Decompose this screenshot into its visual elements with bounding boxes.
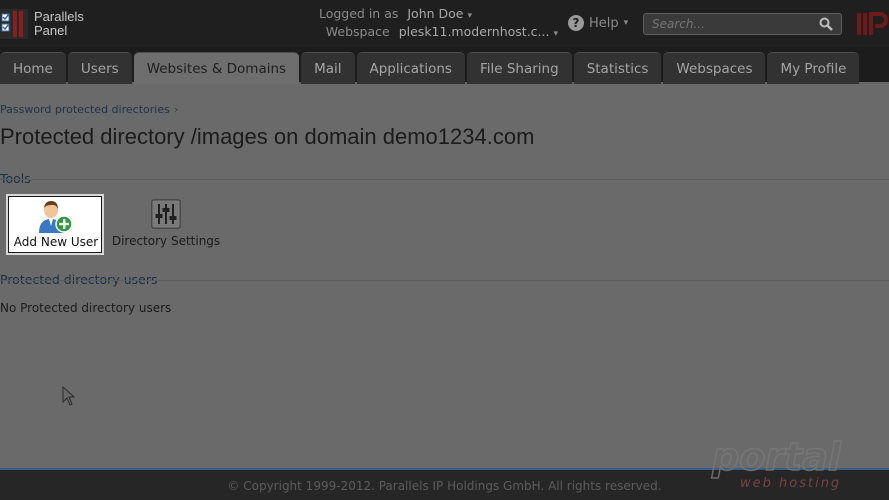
tab-home[interactable]: Home <box>0 52 66 84</box>
chevron-down-icon: ▾ <box>467 11 472 21</box>
chevron-down-icon: ▾ <box>623 18 629 28</box>
top-header: Parallels Panel Logged in as John Doe ▾ … <box>0 0 889 47</box>
tab-list: Home Users Websites & Domains Mail Appli… <box>0 52 861 84</box>
search-input[interactable] <box>650 16 810 32</box>
logged-in-row[interactable]: Logged in as John Doe ▾ <box>319 6 472 21</box>
page-title: Protected directory /images on domain de… <box>0 124 535 149</box>
help-label: Help <box>589 15 619 31</box>
help-icon: ? <box>568 15 584 31</box>
search-icon[interactable] <box>819 17 833 31</box>
directory-settings-label: Directory Settings <box>111 234 221 248</box>
brand-name-line2: Panel <box>34 23 68 38</box>
add-user-icon <box>39 201 73 233</box>
breadcrumb-separator: › <box>173 103 179 116</box>
parallels-panel-logo[interactable]: Parallels Panel <box>0 6 110 42</box>
tab-webspaces[interactable]: Webspaces <box>663 52 766 84</box>
svg-text:web hosting: web hosting <box>740 476 841 491</box>
user-name: John Doe <box>407 6 464 21</box>
brand-name-line1: Parallels <box>34 9 84 24</box>
parallels-logo-icon <box>857 12 888 35</box>
add-new-user-label: Add New User <box>13 235 99 249</box>
main-content: Password protected directories › Protecte… <box>0 84 889 468</box>
tab-file-sharing[interactable]: File Sharing <box>466 52 572 84</box>
breadcrumb: Password protected directories › <box>0 103 178 116</box>
cursor-icon <box>62 386 76 406</box>
section-divider <box>0 280 889 281</box>
parallels-logo-icon <box>0 9 28 39</box>
logged-in-label: Logged in as <box>318 6 399 21</box>
svg-text:portal: portal <box>711 435 842 479</box>
main-navigation: Home Users Websites & Domains Mail Appli… <box>0 47 889 84</box>
tab-websites-domains[interactable]: Websites & Domains <box>133 52 300 84</box>
portal-web-hosting-watermark: portal web hosting <box>710 434 842 491</box>
webspace-selector[interactable]: Webspace plesk11.modernhost.c... ▾ <box>326 24 558 39</box>
tab-applications[interactable]: Applications <box>356 52 465 84</box>
webspace-label: Webspace <box>325 24 390 39</box>
webspace-value: plesk11.modernhost.c... <box>398 24 550 39</box>
chevron-down-icon: ▾ <box>553 29 558 39</box>
empty-list-message: No Protected directory users <box>0 301 172 315</box>
tab-mail[interactable]: Mail <box>301 52 355 84</box>
tab-users[interactable]: Users <box>67 52 132 84</box>
breadcrumb-link[interactable]: Password protected directories <box>0 103 170 116</box>
help-button[interactable]: ? Help ▾ <box>568 15 628 31</box>
search-box <box>643 13 842 35</box>
add-new-user-button[interactable]: Add New User <box>6 194 104 255</box>
tab-my-profile[interactable]: My Profile <box>767 52 860 84</box>
directory-settings-button[interactable]: Directory Settings <box>110 196 222 253</box>
directory-settings-icon <box>151 199 181 229</box>
section-divider <box>0 179 889 180</box>
tab-statistics[interactable]: Statistics <box>573 52 662 84</box>
